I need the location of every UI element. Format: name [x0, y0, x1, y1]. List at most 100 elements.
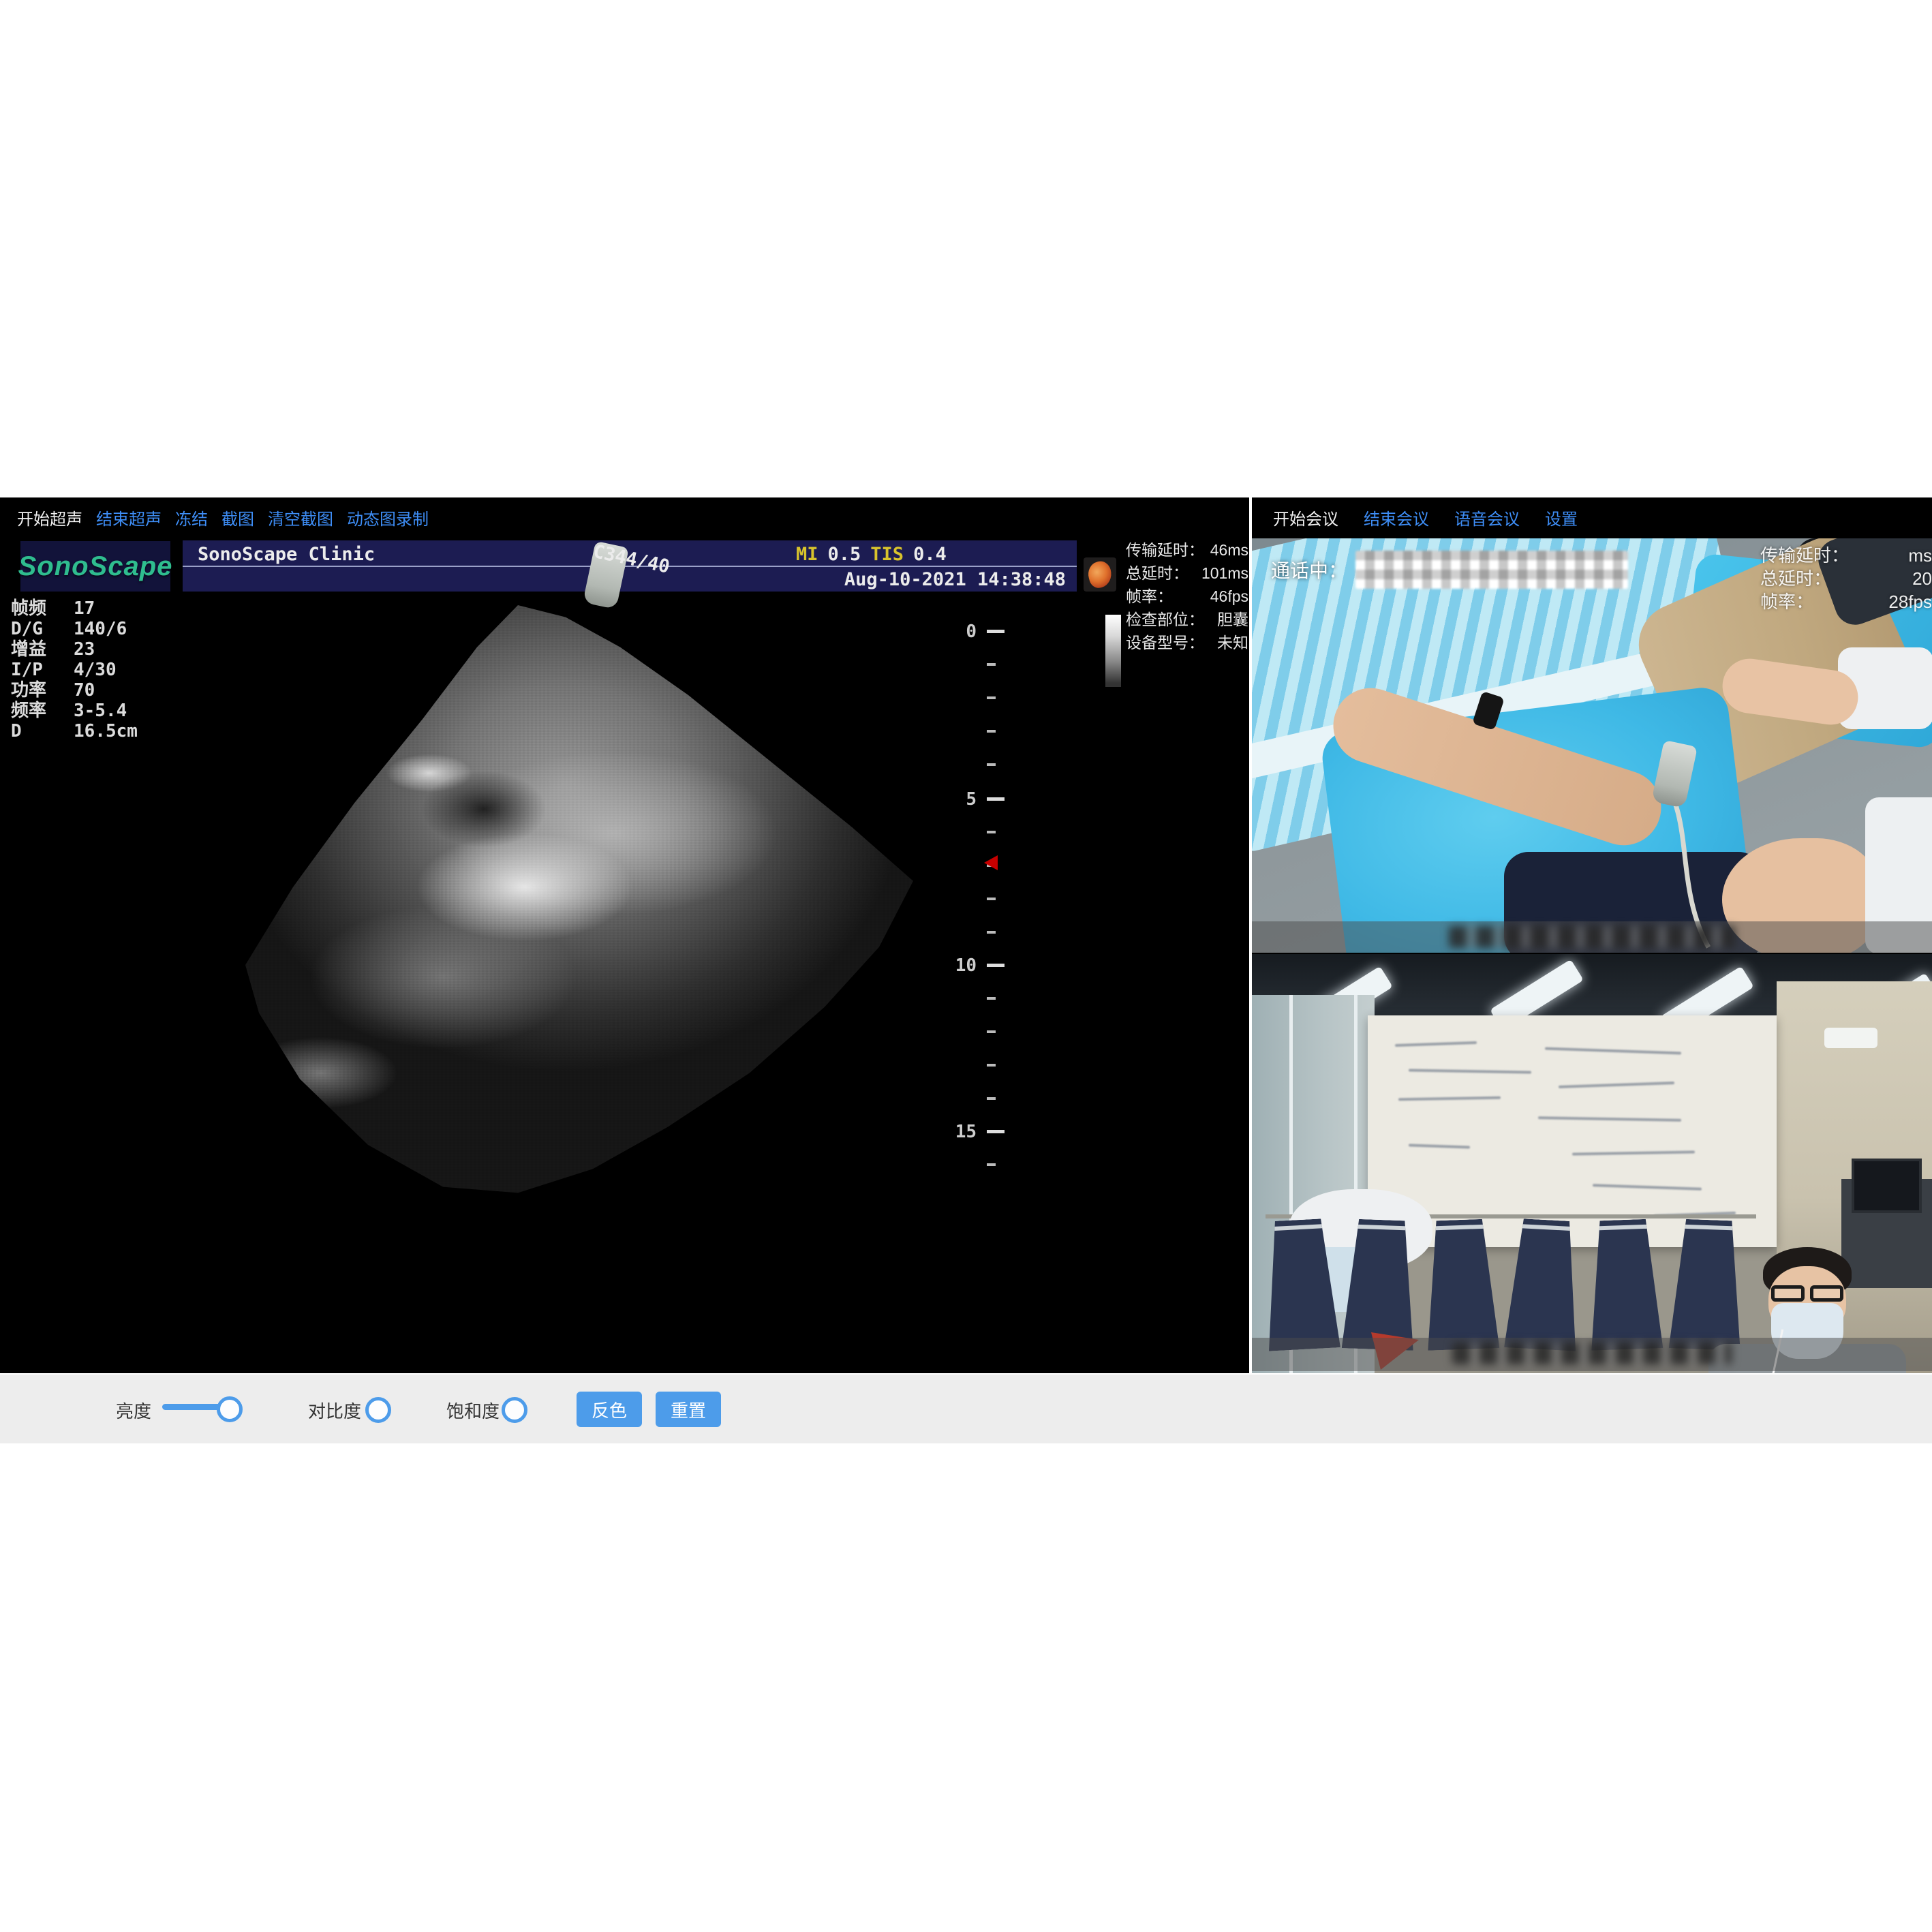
param-row: D16.5cm [11, 722, 138, 741]
param-value: 23 [74, 639, 95, 660]
overlay-value: 20 [1912, 567, 1932, 590]
computer-monitor [1852, 1159, 1922, 1213]
depth-tick-minor [987, 696, 996, 699]
overlay-label: 传输延时： [1760, 544, 1849, 567]
telemetry-label: 检查部位： [1126, 608, 1204, 631]
param-value: 70 [74, 680, 95, 701]
focus-marker-icon [984, 855, 998, 870]
callee-id-blurred [1355, 551, 1628, 589]
overlay-row: 帧率： 28fps [1760, 590, 1932, 613]
depth-tick-minor [987, 997, 996, 1000]
menu-record-cine[interactable]: 动态图录制 [347, 506, 429, 530]
screenshot-root: 开始超声 结束超声 冻结 截图 清空截图 动态图录制 SonoScape Son… [0, 0, 1932, 1932]
mi-tis-readout: MI 0.5 TIS 0.4 [796, 544, 947, 565]
video2-caption-bar [1252, 1338, 1932, 1371]
telemetry-label: 帧率： [1126, 585, 1173, 608]
glasses-icon [1771, 1285, 1843, 1302]
telemetry-row: 帧率： 46fps [1126, 585, 1248, 608]
contrast-slider-thumb[interactable] [365, 1397, 391, 1423]
param-row: D/G140/6 [11, 620, 138, 639]
param-label: 频率 [11, 702, 74, 720]
param-row: 增益23 [11, 641, 138, 659]
depth-tick-minor [987, 663, 996, 666]
machine-header-row1: SonoScape Clinic C344/40 MI 0.5 TIS 0.4 [183, 540, 1077, 567]
param-value: 16.5cm [74, 721, 138, 741]
clinic-name: SonoScape Clinic [198, 544, 375, 565]
sonoscape-logo: SonoScape [20, 541, 170, 592]
menu-clear-screenshots[interactable]: 清空截图 [268, 506, 333, 530]
depth-tick-minor [987, 1097, 996, 1100]
telemetry-label: 设备型号： [1126, 631, 1204, 654]
remote-exam-video: 通话中： 传输延时： ms 总延时： 20 帧率： 28fps [1252, 538, 1932, 953]
ultrasound-panel: 开始超声 结束超声 冻结 截图 清空截图 动态图录制 SonoScape Son… [0, 497, 1249, 1373]
mi-label: MI [796, 544, 818, 565]
param-row: 帧频17 [11, 600, 138, 618]
menu-settings[interactable]: 设置 [1545, 506, 1578, 530]
depth-tick-minor [987, 898, 996, 900]
depth-tick-minor [987, 1064, 996, 1067]
call-status-row: 通话中： [1271, 551, 1628, 589]
telemetry-value: 胆囊 [1217, 608, 1248, 631]
invert-color-button[interactable]: 反色 [577, 1392, 642, 1427]
depth-label-15: 15 [944, 1122, 977, 1142]
contrast-label: 对比度 [308, 1398, 361, 1423]
mi-value: 0.5 [828, 544, 861, 565]
app-window: 开始超声 结束超声 冻结 截图 清空截图 动态图录制 SonoScape Son… [0, 497, 1932, 1442]
telemetry-row: 总延时： 101ms [1126, 562, 1248, 585]
machine-datetime: Aug-10-2021 14:38:48 [844, 569, 1066, 590]
param-row: 功率70 [11, 681, 138, 700]
overlay-value: ms [1908, 544, 1932, 567]
image-adjust-toolbar: 亮度 对比度 饱和度 反色 重置 [0, 1373, 1932, 1443]
telemetry-value: 101ms [1201, 562, 1248, 585]
saturation-label: 饱和度 [446, 1398, 500, 1423]
brightness-label: 亮度 [116, 1398, 151, 1423]
bodymark-box [1084, 557, 1116, 592]
telemetry-label: 传输延时： [1126, 538, 1204, 562]
param-value: 140/6 [74, 619, 127, 639]
ultrasound-image [239, 605, 920, 1205]
param-value: 4/30 [74, 660, 117, 680]
param-label: 帧频 [11, 600, 74, 618]
param-label: 功率 [11, 681, 74, 700]
whiteboard [1368, 1015, 1777, 1247]
ultrasound-menubar: 开始超声 结束超声 冻结 截图 清空截图 动态图录制 [17, 506, 429, 530]
air-conditioner [1824, 1028, 1877, 1048]
param-row: 频率3-5.4 [11, 702, 138, 720]
depth-label-5: 5 [944, 789, 977, 810]
overlay-row: 总延时： 20 [1760, 567, 1932, 590]
telemetry-row: 设备型号： 未知 [1126, 631, 1248, 654]
machine-header-bar: SonoScape Clinic C344/40 MI 0.5 TIS 0.4 … [183, 540, 1077, 592]
tis-label: TIS [870, 544, 904, 565]
call-status-label: 通话中： [1271, 556, 1347, 583]
imaging-parameters: 帧频17 D/G140/6 增益23 I/P4/30 功率70 频率3-5.4 … [11, 600, 138, 743]
menu-screenshot[interactable]: 截图 [221, 506, 254, 530]
overlay-label: 总延时： [1760, 567, 1831, 590]
conference-panel: 开始会议 结束会议 语音会议 设置 [1252, 497, 1932, 1373]
depth-label-10: 10 [944, 955, 977, 976]
menu-end-meeting[interactable]: 结束会议 [1364, 506, 1429, 530]
menu-voice-meeting[interactable]: 语音会议 [1454, 506, 1520, 530]
sonoscape-logo-text: SonoScape [18, 551, 173, 582]
depth-tick-major [987, 630, 1005, 633]
param-label: D [11, 722, 74, 741]
saturation-slider-thumb[interactable] [502, 1397, 527, 1423]
menu-end-ultrasound[interactable]: 结束超声 [96, 506, 162, 530]
overlay-row: 传输延时： ms [1760, 544, 1932, 567]
depth-tick-minor [987, 1030, 996, 1033]
grayscale-bar [1105, 615, 1121, 687]
tis-value: 0.4 [913, 544, 947, 565]
telemetry-row: 传输延时： 46ms [1126, 538, 1248, 562]
caption-blurred-text [1452, 1343, 1732, 1364]
menu-start-meeting[interactable]: 开始会议 [1273, 506, 1338, 530]
local-room-video [1252, 954, 1932, 1373]
depth-tick-minor [987, 931, 996, 934]
param-label: I/P [11, 661, 74, 679]
reset-button[interactable]: 重置 [656, 1392, 721, 1427]
menu-start-ultrasound[interactable]: 开始超声 [17, 506, 82, 530]
machine-header-row2: Aug-10-2021 14:38:48 [183, 567, 1077, 592]
depth-tick-minor [987, 1163, 996, 1166]
brightness-slider-thumb[interactable] [217, 1396, 243, 1422]
param-row: I/P4/30 [11, 661, 138, 679]
menu-freeze[interactable]: 冻结 [175, 506, 208, 530]
stream-telemetry: 传输延时： 46ms 总延时： 101ms 帧率： 46fps 检查部位： 胆囊… [1126, 538, 1248, 654]
